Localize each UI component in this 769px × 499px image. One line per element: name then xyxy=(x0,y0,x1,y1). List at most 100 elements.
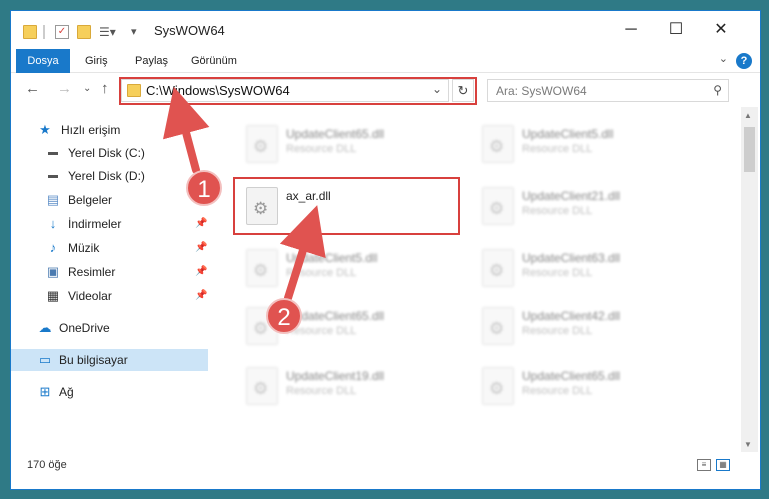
explorer-window: ✓ ☰▾ ▾ SysWOW64 ─ ☐ ✕ Dosya Giriş Paylaş… xyxy=(10,10,761,490)
drive-icon: ▬ xyxy=(48,170,58,181)
dll-file-icon: ⚙ xyxy=(482,249,514,287)
maximize-button[interactable]: ☐ xyxy=(659,19,693,41)
back-arrow-icon[interactable]: ← xyxy=(25,80,40,97)
file-name: UpdateClient19.dll xyxy=(286,369,385,383)
sidebar-item-label: Hızlı erişim xyxy=(61,123,121,137)
file-item[interactable]: ⚙ UpdateClient63.dll Resource DLL xyxy=(470,245,690,295)
file-type: Resource DLL xyxy=(522,325,593,337)
tab-file[interactable]: Dosya xyxy=(16,49,70,73)
navigation-pane: ★ Hızlı erişim ▬ Yerel Disk (C:) ▬ Yerel… xyxy=(11,107,211,452)
sidebar-item-label: Yerel Disk (D:) xyxy=(68,169,145,183)
file-name: UpdateClient5.dll xyxy=(286,251,378,265)
file-name: UpdateClient21.dll xyxy=(522,189,621,203)
file-item[interactable]: ⚙ UpdateClient42.dll Resource DLL xyxy=(470,303,690,353)
sidebar-item-onedrive[interactable]: ☁ OneDrive xyxy=(11,317,208,339)
file-name: UpdateClient63.dll xyxy=(522,251,621,265)
title-bar: ✓ ☰▾ ▾ SysWOW64 ─ ☐ ✕ xyxy=(11,11,760,49)
address-highlight xyxy=(119,77,477,105)
computer-icon: ▭ xyxy=(38,352,52,367)
sidebar-item-pictures[interactable]: ▣ Resimler 📌 xyxy=(11,261,208,283)
properties-icon[interactable]: ✓ xyxy=(55,25,69,39)
details-view-icon[interactable]: ≡ xyxy=(697,459,711,471)
star-icon: ★ xyxy=(39,122,51,137)
sidebar-item-quick-access[interactable]: ★ Hızlı erişim xyxy=(11,119,208,141)
file-type: Resource DLL xyxy=(286,267,357,279)
sidebar-item-label: İndirmeler xyxy=(68,217,122,231)
file-item[interactable]: ⚙ UpdateClient5.dll Resource DLL xyxy=(234,245,454,295)
network-icon: ⊞ xyxy=(39,384,51,399)
folder-icon xyxy=(23,25,37,39)
file-item[interactable]: ⚙ UpdateClient5.dll Resource DLL xyxy=(470,121,690,171)
dll-file-icon: ⚙ xyxy=(482,367,514,405)
sidebar-item-network[interactable]: ⊞ Ağ xyxy=(11,381,208,403)
minimize-button[interactable]: ─ xyxy=(614,19,648,41)
scroll-up-icon[interactable]: ▲ xyxy=(744,111,752,120)
sidebar-item-label: OneDrive xyxy=(59,321,110,335)
dropdown-icon[interactable]: ▾ xyxy=(131,25,145,39)
cloud-icon: ☁ xyxy=(38,320,52,335)
file-name: UpdateClient5.dll xyxy=(522,127,614,141)
sidebar-item-label: Belgeler xyxy=(68,193,113,207)
sidebar-item-music[interactable]: ♪ Müzik 📌 xyxy=(11,237,208,259)
sidebar-item-label: Bu bilgisayar xyxy=(59,353,128,367)
file-item[interactable]: ⚙ UpdateClient19.dll Resource DLL xyxy=(234,363,454,413)
music-icon: ♪ xyxy=(49,240,57,255)
sidebar-item-label: Ağ xyxy=(59,385,74,399)
vertical-scrollbar[interactable]: ▲ ▼ xyxy=(741,107,758,452)
sidebar-item-label: Videolar xyxy=(68,289,112,303)
sidebar-item-videos[interactable]: ▦ Videolar 📌 xyxy=(11,285,208,307)
file-item[interactable]: ⚙ UpdateClient65.dll Resource DLL xyxy=(234,121,454,171)
file-type: Resource DLL xyxy=(522,205,593,217)
up-arrow-icon[interactable]: ↑ xyxy=(101,80,109,97)
search-icon: ⚲ xyxy=(713,83,722,97)
dll-file-icon: ⚙ xyxy=(482,187,514,225)
search-placeholder: Ara: SysWOW64 xyxy=(496,84,587,98)
file-type: Resource DLL xyxy=(522,385,593,397)
file-type: Resource DLL xyxy=(286,385,357,397)
large-icons-view-icon[interactable]: ▦ xyxy=(716,459,730,471)
dll-file-icon: ⚙ xyxy=(482,307,514,345)
search-box[interactable]: Ara: SysWOW64 ⚲ xyxy=(487,79,729,102)
file-item[interactable]: ⚙ UpdateClient21.dll Resource DLL xyxy=(470,183,690,233)
tab-home[interactable]: Giriş xyxy=(85,49,108,73)
file-highlight xyxy=(233,177,460,235)
new-folder-icon[interactable] xyxy=(77,25,91,39)
tab-share[interactable]: Paylaş xyxy=(135,49,168,73)
pin-icon: 📌 xyxy=(195,266,208,277)
pin-icon: 📌 xyxy=(195,242,208,253)
file-name: UpdateClient65.dll xyxy=(522,369,621,383)
sidebar-item-label: Yerel Disk (C:) xyxy=(68,146,145,160)
sidebar-item-drive-c[interactable]: ▬ Yerel Disk (C:) xyxy=(11,142,208,164)
close-button[interactable]: ✕ xyxy=(704,19,738,41)
sidebar-item-this-pc[interactable]: ▭ Bu bilgisayar xyxy=(11,349,208,371)
tab-view[interactable]: Görünüm xyxy=(191,49,237,73)
file-type: Resource DLL xyxy=(522,143,593,155)
expand-ribbon-icon[interactable]: ⌄ xyxy=(719,52,728,65)
download-icon: ↓ xyxy=(49,216,57,231)
step2-badge: 2 xyxy=(266,298,302,334)
scroll-down-icon[interactable]: ▼ xyxy=(744,440,752,449)
step1-badge: 1 xyxy=(186,170,222,206)
sidebar-item-downloads[interactable]: ↓ İndirmeler 📌 xyxy=(11,213,208,235)
sidebar-item-documents[interactable]: ▤ Belgeler 📌 xyxy=(11,189,208,211)
film-icon: ▦ xyxy=(46,288,60,303)
file-item[interactable]: ⚙ UpdateClient65.dll Resource DLL xyxy=(470,363,690,413)
help-icon[interactable]: ? xyxy=(736,53,752,69)
drive-icon: ▬ xyxy=(48,147,58,158)
scroll-thumb[interactable] xyxy=(744,127,755,172)
file-list: ⚙ UpdateClient65.dll Resource DLL ⚙ Upda… xyxy=(218,107,738,452)
status-bar: 170 öğe ≡ ▦ xyxy=(11,454,760,489)
customize-toolbar-icon[interactable]: ☰▾ xyxy=(99,25,116,39)
pictures-icon: ▣ xyxy=(46,264,60,279)
ribbon: Dosya Giriş Paylaş Görünüm ⌄ ? xyxy=(11,49,760,73)
forward-arrow-icon[interactable]: → xyxy=(57,80,72,97)
separator xyxy=(43,25,45,39)
item-count: 170 öğe xyxy=(27,459,67,471)
dll-file-icon: ⚙ xyxy=(482,125,514,163)
sidebar-item-drive-d[interactable]: ▬ Yerel Disk (D:) xyxy=(11,165,208,187)
file-name: UpdateClient42.dll xyxy=(522,309,621,323)
dll-file-icon: ⚙ xyxy=(246,249,278,287)
dll-file-icon: ⚙ xyxy=(246,367,278,405)
document-icon: ▤ xyxy=(46,192,60,207)
recent-locations-icon[interactable]: ⌄ xyxy=(83,83,91,94)
